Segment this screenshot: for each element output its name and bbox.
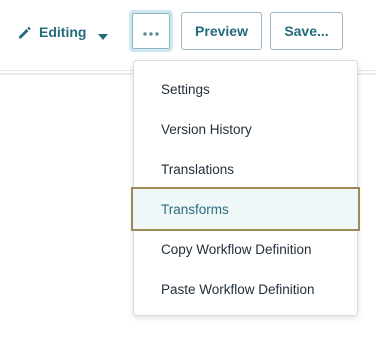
- ellipsis-icon: [143, 23, 159, 39]
- more-actions-button[interactable]: [129, 10, 173, 52]
- menu-item-paste-workflow-definition[interactable]: Paste Workflow Definition: [134, 269, 357, 309]
- editing-mode-label: Editing: [39, 24, 87, 40]
- menu-item-translations[interactable]: Translations: [134, 149, 357, 189]
- save-button-label: Save...: [284, 23, 329, 39]
- menu-item-label: Paste Workflow Definition: [161, 281, 315, 297]
- save-button[interactable]: Save...: [270, 12, 343, 50]
- caret-down-icon: [98, 28, 109, 40]
- menu-item-label: Transforms: [161, 201, 229, 217]
- menu-item-label: Copy Workflow Definition: [161, 241, 312, 257]
- more-actions-menu: Settings Version History Translations Tr…: [131, 60, 360, 316]
- pencil-icon: [17, 25, 32, 40]
- menu-item-transforms[interactable]: Transforms: [131, 187, 360, 231]
- menu-item-label: Settings: [161, 81, 210, 97]
- menu-item-copy-workflow-definition[interactable]: Copy Workflow Definition: [134, 229, 357, 269]
- menu-item-label: Translations: [161, 161, 235, 177]
- menu-item-label: Version History: [161, 121, 252, 137]
- preview-button[interactable]: Preview: [181, 12, 262, 50]
- editing-mode-dropdown[interactable]: Editing: [17, 21, 109, 43]
- menu-item-settings[interactable]: Settings: [134, 69, 357, 109]
- preview-button-label: Preview: [195, 23, 248, 39]
- menu-item-version-history[interactable]: Version History: [134, 109, 357, 149]
